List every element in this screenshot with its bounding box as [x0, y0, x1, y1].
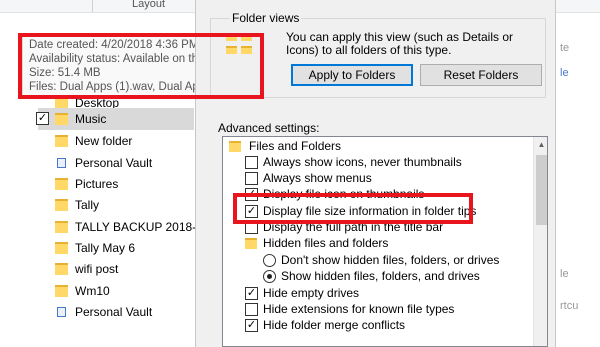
nav-item-wm10[interactable]: Wm10: [38, 280, 194, 302]
nav-item-label: TALLY BACKUP 2018-1: [75, 220, 203, 234]
nav-item-music[interactable]: ✓ Music: [36, 108, 194, 130]
reset-folders-button[interactable]: Reset Folders: [420, 64, 542, 86]
nav-item-new-folder[interactable]: New folder: [38, 130, 194, 152]
folder-views-title: Folder views: [230, 11, 302, 25]
nav-item-label: Wm10: [75, 284, 110, 298]
scroll-up-arrow-icon[interactable]: ▲: [534, 137, 547, 153]
ribbon-tab-layout[interactable]: Layout: [132, 0, 165, 10]
nav-item-personal-vault-2[interactable]: Personal Vault: [38, 301, 194, 323]
nav-item-personal-vault[interactable]: Personal Vault: [38, 152, 194, 174]
setting-label: Hidden files and folders: [263, 236, 389, 250]
folder-views-description: You can apply this view (such as Details…: [286, 30, 514, 57]
scroll-thumb[interactable]: [536, 155, 547, 225]
setting-checkbox[interactable]: [245, 303, 258, 316]
folder-icon: [55, 113, 68, 125]
nav-item-label: Personal Vault: [75, 156, 153, 170]
nav-item-tally[interactable]: Tally: [38, 194, 194, 216]
nav-item-tally-backup[interactable]: TALLY BACKUP 2018-1: [38, 216, 203, 238]
nav-item-label: Music: [75, 112, 107, 126]
setting-label: Hide extensions for known file types: [263, 302, 455, 316]
folder-icon: [55, 221, 68, 233]
folder-icon: [55, 285, 68, 297]
nav-item-wifi-post[interactable]: wifi post: [38, 258, 194, 280]
setting-label: Always show icons, never thumbnails: [263, 155, 462, 169]
folder-icon: [55, 135, 68, 147]
advanced-settings-label: Advanced settings:: [218, 121, 320, 135]
advanced-settings-list[interactable]: Files and Folders Always show icons, nev…: [222, 136, 548, 347]
folder-icon: [229, 141, 241, 152]
setting-checkbox[interactable]: [245, 156, 258, 169]
setting-label: Don't show hidden files, folders, or dri…: [281, 253, 500, 267]
list-fragment: le: [560, 268, 569, 280]
nav-item-pictures[interactable]: Pictures: [38, 173, 194, 195]
setting-label: Files and Folders: [249, 139, 342, 153]
nav-item-label: Tally: [75, 198, 100, 212]
nav-item-tally-may-6[interactable]: Tally May 6: [38, 237, 194, 259]
setting-highlight-box: [233, 193, 473, 224]
folder-icon: [55, 263, 68, 275]
setting-label: Always show menus: [263, 171, 372, 185]
settings-scrollbar[interactable]: ▲: [533, 137, 547, 346]
folder-icon: [55, 242, 68, 254]
list-fragment: te: [560, 42, 570, 54]
folder-icon: [245, 238, 257, 249]
tooltip-highlight-box: [18, 33, 264, 99]
folder-icon: [55, 178, 68, 190]
vault-icon: [57, 307, 66, 317]
setting-label: Show hidden files, folders, and drives: [281, 269, 480, 283]
item-checkbox[interactable]: ✓: [36, 112, 49, 125]
setting-checkbox[interactable]: ✓: [245, 319, 258, 332]
nav-item-label: Pictures: [75, 177, 119, 191]
vault-icon: [57, 158, 66, 168]
setting-checkbox[interactable]: [245, 172, 258, 185]
list-fragment: rtcu: [560, 300, 579, 312]
setting-radio[interactable]: [263, 270, 276, 283]
setting-label: Hide folder merge conflicts: [263, 318, 406, 332]
setting-checkbox[interactable]: ✓: [245, 287, 258, 300]
ribbon-separator: [92, 0, 93, 12]
nav-item-label: Personal Vault: [75, 305, 153, 319]
nav-item-label: New folder: [75, 134, 133, 148]
list-fragment: le: [560, 67, 569, 79]
nav-item-label: wifi post: [75, 262, 119, 276]
nav-item-label: Tally May 6: [75, 241, 136, 255]
apply-to-folders-button[interactable]: Apply to Folders: [291, 64, 413, 86]
setting-label: Hide empty drives: [263, 286, 360, 300]
folder-icon: [55, 199, 68, 211]
setting-radio[interactable]: [263, 254, 276, 267]
